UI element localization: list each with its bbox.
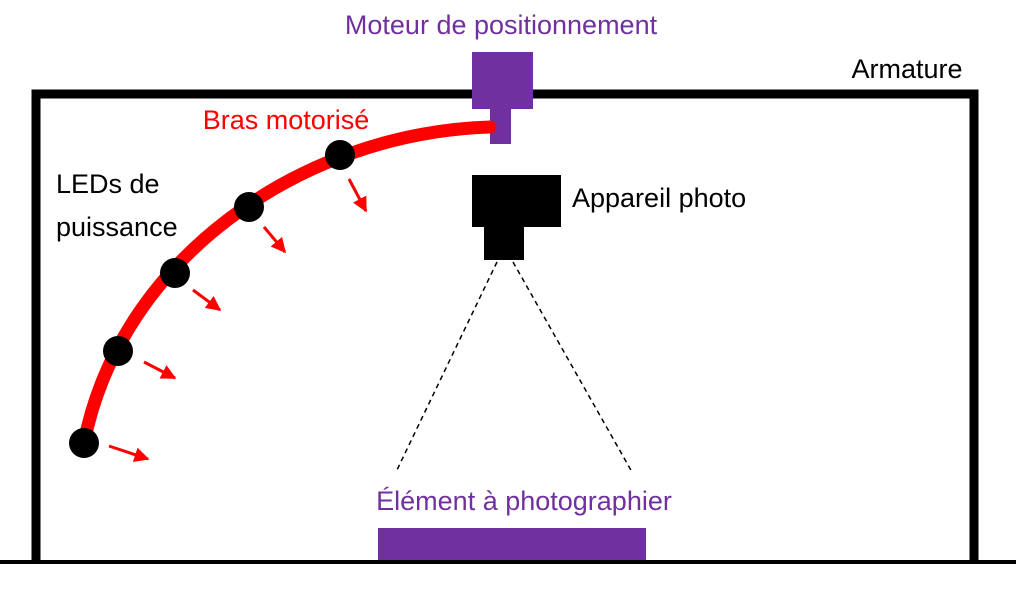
camera-body xyxy=(472,175,561,227)
led xyxy=(103,336,133,366)
led xyxy=(234,192,264,222)
leds-label-line1: LEDs de xyxy=(56,169,160,199)
leds-label-line2: puissance xyxy=(56,212,178,242)
arm-label: Bras motorisé xyxy=(203,105,370,135)
camera-label: Appareil photo xyxy=(572,183,746,213)
light-arrow xyxy=(192,288,222,312)
light-arrow xyxy=(347,178,368,213)
subject-label: Élément à photographier xyxy=(376,486,672,516)
imaging-rig-diagram: Moteur de positionnement Armature Bras m… xyxy=(0,10,1016,564)
light-arrow xyxy=(143,360,177,380)
frame-label: Armature xyxy=(851,54,962,84)
led xyxy=(69,428,99,458)
subject-object xyxy=(378,528,646,560)
positioning-motor xyxy=(472,52,533,109)
camera-lens xyxy=(484,226,524,260)
light-arrow xyxy=(108,444,150,462)
field-of-view-right xyxy=(512,261,633,473)
light-arrow xyxy=(262,226,287,254)
motor-label: Moteur de positionnement xyxy=(345,10,658,40)
led xyxy=(325,140,355,170)
led xyxy=(160,258,190,288)
field-of-view-left xyxy=(395,261,498,473)
